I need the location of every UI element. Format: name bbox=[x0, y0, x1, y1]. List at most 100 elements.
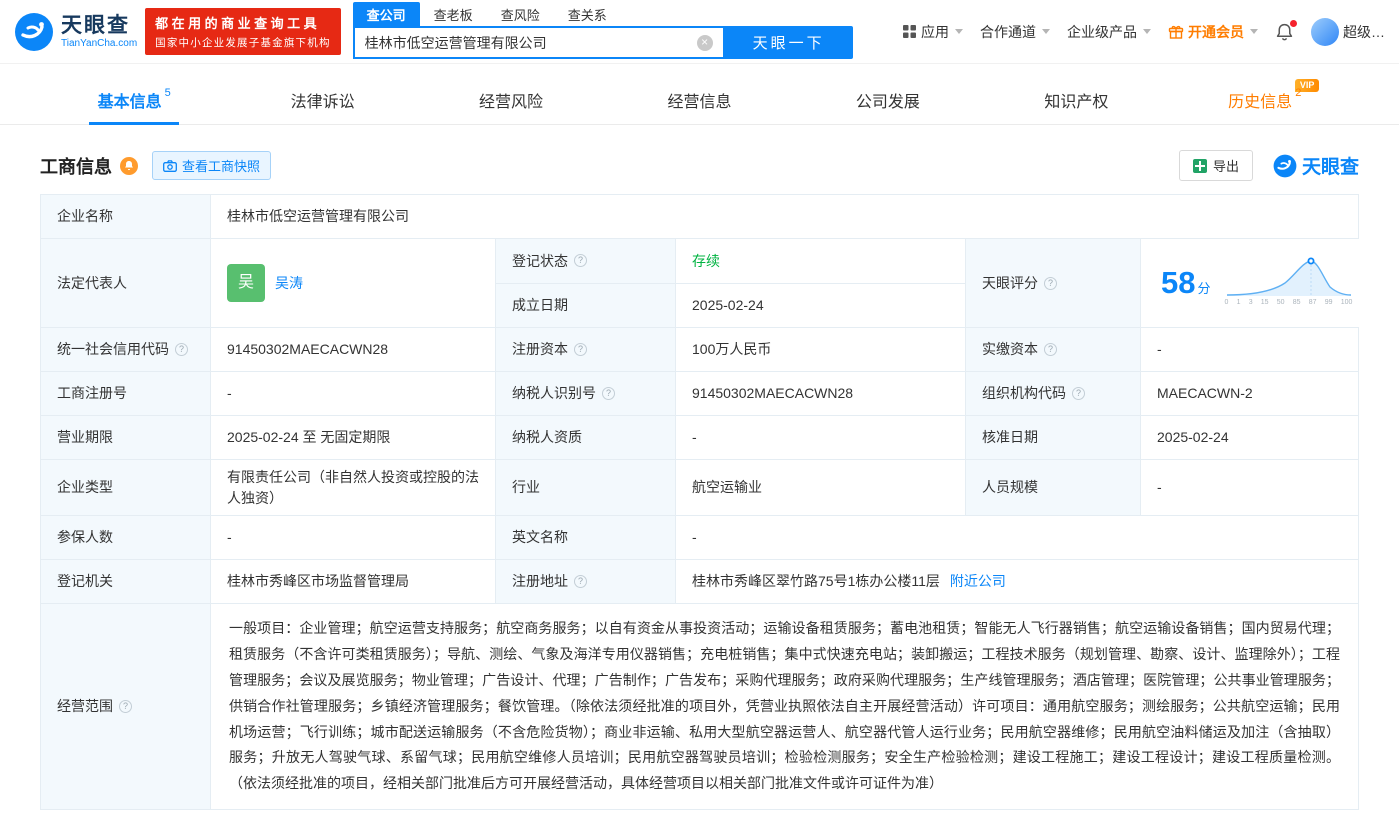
axis-label: 1 bbox=[1236, 299, 1241, 307]
legal-rep-avatar[interactable]: 吴 bbox=[227, 264, 265, 302]
nav-membership-label: 开通会员 bbox=[1188, 23, 1244, 40]
nav-apps-label: 应用 bbox=[921, 23, 949, 40]
watermark-brand-text: 天眼查 bbox=[1301, 157, 1359, 178]
top-navigation: 应用 合作通道 企业级产品 开通会员 超级… bbox=[902, 17, 1385, 46]
search-input-box: × bbox=[352, 26, 725, 59]
search-tab-risk[interactable]: 查风险 bbox=[487, 2, 554, 26]
info-icon[interactable]: ? bbox=[574, 343, 587, 356]
score-curve bbox=[1226, 257, 1351, 297]
nav-cooperation[interactable]: 合作通道 bbox=[980, 22, 1050, 42]
field-label: 参保人数 bbox=[57, 529, 113, 546]
watermark-logo: 天眼查 bbox=[1273, 152, 1359, 179]
snapshot-button[interactable]: 查看工商快照 bbox=[152, 151, 272, 180]
section-header: 工商信息 查看工商快照 导出 天眼查 bbox=[40, 150, 1359, 181]
tab-basic-info[interactable]: 基本信息 5 bbox=[40, 76, 228, 125]
tab-operation-info[interactable]: 经营信息 bbox=[605, 76, 793, 124]
registry-authority: 桂林市秀峰区市场监督管理局 bbox=[227, 573, 409, 590]
info-icon[interactable]: ? bbox=[574, 575, 587, 588]
search-tab-relation[interactable]: 查关系 bbox=[554, 2, 621, 26]
axis-label: 87 bbox=[1308, 299, 1317, 307]
axis-label: 3 bbox=[1248, 299, 1253, 307]
legal-rep-link[interactable]: 吴涛 bbox=[275, 273, 303, 293]
table-row: 登记机关 桂林市秀峰区市场监督管理局 注册地址 ? 桂林市秀峰区翠竹路75号1栋… bbox=[41, 560, 1358, 604]
industry: 航空运输业 bbox=[692, 479, 762, 496]
logo-text: 天眼查 TianYanCha.com bbox=[61, 14, 137, 48]
search-bar: × 天眼一下 bbox=[352, 26, 853, 59]
field-label: 工商注册号 bbox=[57, 385, 127, 402]
table-row: 法定代表人 吴 吴涛 登记状态 ? 存续 成立日期 2025-02-24 天眼评… bbox=[41, 239, 1369, 328]
table-row: 企业名称 桂林市低空运营管理有限公司 bbox=[41, 195, 1358, 239]
field-label: 天眼评分 bbox=[982, 274, 1038, 291]
credit-code: 91450302MAECACWN28 bbox=[227, 341, 389, 358]
info-icon[interactable]: ? bbox=[602, 387, 615, 400]
subscribe-bell-icon[interactable] bbox=[120, 156, 138, 175]
staff-size: - bbox=[1157, 479, 1162, 496]
field-label: 英文名称 bbox=[512, 529, 568, 546]
field-label: 行业 bbox=[512, 479, 540, 496]
top-header: 天眼查 TianYanCha.com 都在用的商业查询工具 国家中小企业发展子基… bbox=[0, 0, 1399, 63]
search-area: 查公司 查老板 查风险 查关系 × 天眼一下 bbox=[352, 2, 853, 59]
tab-label: 知识产权 bbox=[1044, 94, 1109, 111]
nav-apps[interactable]: 应用 bbox=[902, 22, 963, 42]
table-row: 营业期限 2025-02-24 至 无固定期限 纳税人资质 - 核准日期 202… bbox=[41, 416, 1358, 460]
tab-label: 经营风险 bbox=[479, 94, 544, 111]
tianyancha-logo[interactable]: 天眼查 TianYanCha.com bbox=[14, 12, 137, 52]
camera-icon bbox=[163, 159, 177, 172]
export-button[interactable]: 导出 bbox=[1178, 150, 1253, 181]
axis-label: 100 bbox=[1340, 299, 1353, 307]
clear-search-icon[interactable]: × bbox=[696, 34, 713, 51]
tab-label: 基本信息 bbox=[97, 94, 162, 111]
logo-brand-text: 天眼查 bbox=[61, 14, 130, 38]
nav-enterprise[interactable]: 企业级产品 bbox=[1067, 22, 1151, 42]
notifications-bell[interactable] bbox=[1275, 19, 1297, 42]
field-label: 注册资本 bbox=[512, 341, 568, 358]
info-icon[interactable]: ? bbox=[1044, 343, 1057, 356]
search-tab-boss[interactable]: 查老板 bbox=[420, 2, 487, 26]
info-icon[interactable]: ? bbox=[1072, 387, 1085, 400]
search-tab-company[interactable]: 查公司 bbox=[352, 2, 420, 26]
tab-badge: 2 bbox=[1295, 87, 1302, 99]
registered-capital: 100万人民币 bbox=[692, 341, 772, 358]
snapshot-button-label: 查看工商快照 bbox=[182, 159, 261, 174]
field-label: 组织机构代码 bbox=[982, 385, 1066, 402]
notification-dot bbox=[1290, 19, 1297, 27]
field-label: 纳税人资质 bbox=[512, 429, 582, 446]
search-button[interactable]: 天眼一下 bbox=[724, 26, 853, 59]
field-label: 人员规模 bbox=[982, 479, 1038, 496]
taxpayer-id: 91450302MAECACWN28 bbox=[692, 385, 854, 402]
axis-label: 85 bbox=[1292, 299, 1301, 307]
field-label: 纳税人识别号 bbox=[512, 385, 596, 402]
tab-history-info[interactable]: VIP 历史信息 2 bbox=[1171, 76, 1359, 124]
tab-operation-risk[interactable]: 经营风险 bbox=[417, 76, 605, 124]
field-label: 企业类型 bbox=[57, 479, 113, 496]
search-input[interactable] bbox=[364, 34, 697, 51]
approval-date: 2025-02-24 bbox=[1157, 429, 1229, 446]
tab-label: 公司发展 bbox=[855, 94, 920, 111]
field-label: 成立日期 bbox=[512, 297, 568, 314]
score-unit: 分 bbox=[1197, 280, 1211, 296]
tab-company-development[interactable]: 公司发展 bbox=[794, 76, 982, 124]
nav-enterprise-label: 企业级产品 bbox=[1067, 23, 1137, 40]
info-icon[interactable]: ? bbox=[119, 700, 132, 714]
field-label: 企业名称 bbox=[57, 208, 113, 225]
chevron-down-icon bbox=[1042, 29, 1050, 34]
company-name: 桂林市低空运营管理有限公司 bbox=[227, 208, 409, 225]
apps-grid-icon bbox=[903, 25, 916, 38]
tab-intellectual-property[interactable]: 知识产权 bbox=[982, 76, 1170, 124]
chevron-down-icon bbox=[955, 29, 963, 34]
tab-legal-litigation[interactable]: 法律诉讼 bbox=[228, 76, 416, 124]
nav-membership[interactable]: 开通会员 bbox=[1168, 22, 1258, 42]
info-icon[interactable]: ? bbox=[1044, 276, 1057, 290]
table-row: 参保人数 - 英文名称 - bbox=[41, 516, 1358, 560]
field-label: 登记机关 bbox=[57, 573, 113, 590]
info-icon[interactable]: ? bbox=[175, 343, 188, 356]
user-menu[interactable]: 超级… bbox=[1311, 17, 1385, 46]
table-row: 统一社会信用代码 ? 91450302MAECACWN28 注册资本 ? 100… bbox=[41, 328, 1358, 372]
field-label: 统一社会信用代码 bbox=[57, 341, 169, 358]
user-name: 超级… bbox=[1343, 23, 1385, 40]
info-icon[interactable]: ? bbox=[574, 254, 587, 268]
axis-label: 15 bbox=[1260, 299, 1269, 307]
field-label: 经营范围 bbox=[57, 698, 113, 715]
established-date: 2025-02-24 bbox=[692, 297, 764, 314]
nearby-companies-link[interactable]: 附近公司 bbox=[950, 571, 1006, 591]
